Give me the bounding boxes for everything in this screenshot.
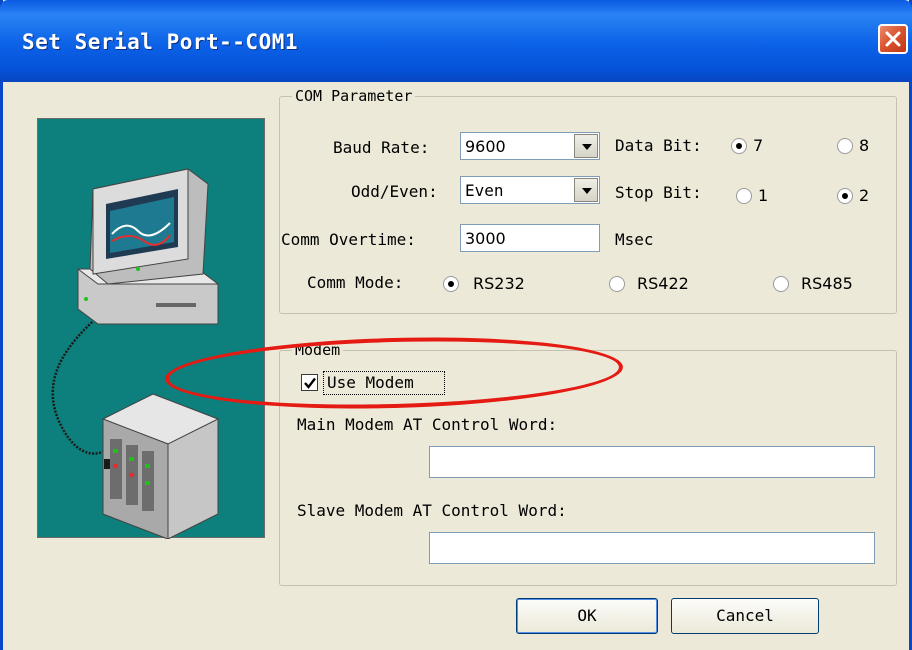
odd-even-label: Odd/Even: (351, 182, 438, 201)
data-bit-7-label[interactable]: 7 (753, 136, 763, 156)
close-icon (885, 31, 901, 47)
odd-even-dropdown-arrow[interactable] (574, 178, 598, 202)
cancel-button[interactable]: Cancel (671, 598, 819, 634)
comm-mode-rs485-radio[interactable] (773, 276, 789, 292)
comm-mode-label: Comm Mode: (307, 273, 404, 292)
baud-rate-label: Baud Rate: (333, 138, 430, 157)
dropdown-arrow-icon (582, 188, 592, 194)
comm-mode-rs422-radio[interactable] (609, 276, 625, 292)
main-modem-at-input[interactable] (429, 446, 875, 478)
baud-rate-dropdown-arrow[interactable] (574, 134, 598, 158)
comm-overtime-label: Comm Overtime: (281, 230, 416, 249)
data-bit-7-radio[interactable] (731, 138, 747, 154)
plc-device-icon (101, 393, 220, 540)
main-modem-at-label: Main Modem AT Control Word: (297, 415, 558, 434)
odd-even-dropdown[interactable]: Even (460, 176, 600, 204)
slave-modem-at-input[interactable] (429, 532, 875, 564)
title-bar[interactable]: Set Serial Port--COM1 (0, 0, 912, 82)
comm-overtime-unit: Msec (615, 230, 654, 249)
data-bit-8-radio[interactable] (837, 138, 853, 154)
window-title: Set Serial Port--COM1 (22, 30, 299, 54)
stop-bit-1-radio[interactable] (736, 188, 752, 204)
odd-even-value: Even (465, 181, 504, 200)
stop-bit-2-radio[interactable] (837, 188, 853, 204)
illustration-panel (37, 118, 265, 540)
baud-rate-value: 9600 (465, 137, 506, 156)
comm-mode-rs232-label[interactable]: RS232 (473, 274, 525, 294)
comm-overtime-input[interactable]: 3000 (460, 224, 600, 252)
comm-overtime-value: 3000 (465, 229, 506, 248)
baud-rate-dropdown[interactable]: 9600 (460, 132, 600, 160)
ok-button[interactable]: OK (516, 598, 658, 634)
stop-bit-label: Stop Bit: (615, 183, 702, 202)
data-bit-8-label[interactable]: 8 (859, 136, 869, 156)
dialog-window: Set Serial Port--COM1 COM Parameter Baud… (0, 0, 912, 650)
comm-mode-rs485-label[interactable]: RS485 (801, 274, 853, 294)
dropdown-arrow-icon (582, 144, 592, 150)
slave-modem-at-label: Slave Modem AT Control Word: (297, 501, 567, 520)
computer-icon (76, 168, 220, 325)
com-parameter-label: COM Parameter (292, 86, 416, 106)
data-bit-label: Data Bit: (615, 136, 702, 155)
stop-bit-1-label[interactable]: 1 (758, 186, 768, 206)
comm-mode-rs422-label[interactable]: RS422 (637, 274, 689, 294)
close-button[interactable] (878, 24, 908, 54)
comm-mode-rs232-radio[interactable] (443, 276, 459, 292)
stop-bit-2-label[interactable]: 2 (859, 186, 869, 206)
